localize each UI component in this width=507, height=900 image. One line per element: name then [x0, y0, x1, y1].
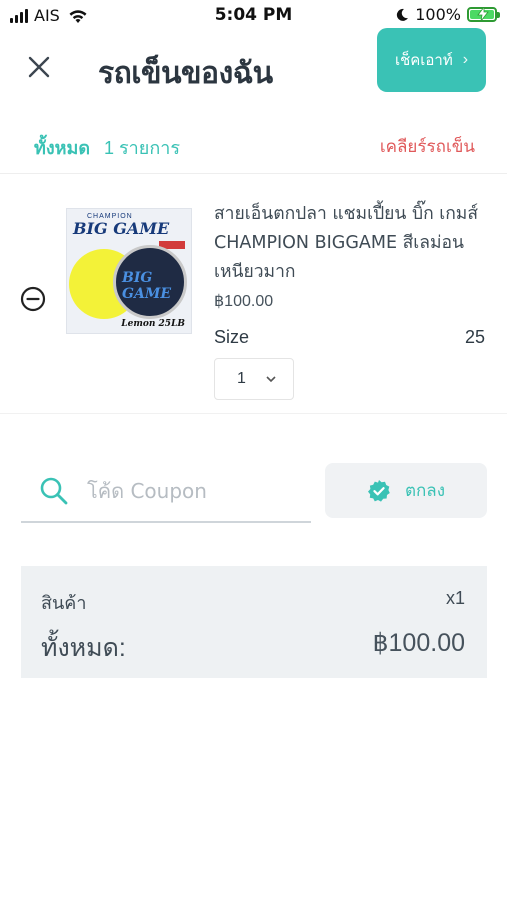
chevron-right-icon: › — [462, 51, 469, 68]
quantity-select[interactable]: 1 — [214, 358, 294, 400]
size-value: 25 — [464, 327, 485, 347]
checkout-label: เช็คเอาท์ — [394, 52, 453, 69]
cart-summary-line: ทั้งหมด 1 รายการ เคลียร์รถเข็น — [0, 118, 507, 174]
close-icon — [28, 56, 50, 78]
order-totals-panel: สินค้า x1 ทั้งหมด: ฿100.00 — [21, 566, 487, 678]
status-right: 100% — [395, 5, 500, 24]
moon-icon — [397, 8, 409, 21]
checkout-button[interactable]: เช็คเอาท์ › — [377, 28, 486, 92]
product-image[interactable]: CHAMPION BIG GAME BIG GAME Lemon 25LB — [66, 208, 192, 334]
header: รถเข็นของฉัน เช็คเอาท์ › — [0, 28, 507, 110]
verified-check-icon — [367, 479, 390, 502]
battery-icon — [467, 7, 500, 22]
products-quantity: x1 — [445, 588, 465, 608]
remove-item-icon[interactable] — [20, 286, 46, 312]
chevron-down-icon — [266, 375, 276, 382]
apply-coupon-button[interactable]: ตกลง — [325, 463, 487, 518]
coupon-field — [21, 463, 311, 523]
close-button[interactable] — [22, 50, 56, 84]
search-icon — [40, 477, 68, 505]
size-label: Size — [214, 327, 250, 347]
battery-percent: 100% — [415, 5, 461, 24]
products-label: สินค้า — [41, 593, 87, 613]
quantity-value: 1 — [237, 370, 246, 387]
status-bar: AIS 5:04 PM 100% — [0, 0, 507, 30]
page-title: รถเข็นของฉัน — [98, 56, 273, 91]
product-name[interactable]: สายเอ็นตกปลา แชมเปี้ยน บิ๊ก เกมส์ CHAMPI… — [214, 200, 482, 287]
product-price: ฿100.00 — [214, 293, 274, 310]
total-value: ฿100.00 — [372, 629, 465, 657]
clear-cart-button[interactable]: เคลียร์รถเข็น — [380, 133, 475, 160]
coupon-input[interactable] — [87, 473, 307, 509]
apply-label: ตกลง — [404, 481, 446, 500]
all-items-label: ทั้งหมด — [34, 138, 91, 158]
items-count: 1 รายการ — [104, 138, 181, 158]
cart-item: CHAMPION BIG GAME BIG GAME Lemon 25LB สา… — [0, 176, 507, 414]
total-label: ทั้งหมด: — [41, 634, 126, 662]
